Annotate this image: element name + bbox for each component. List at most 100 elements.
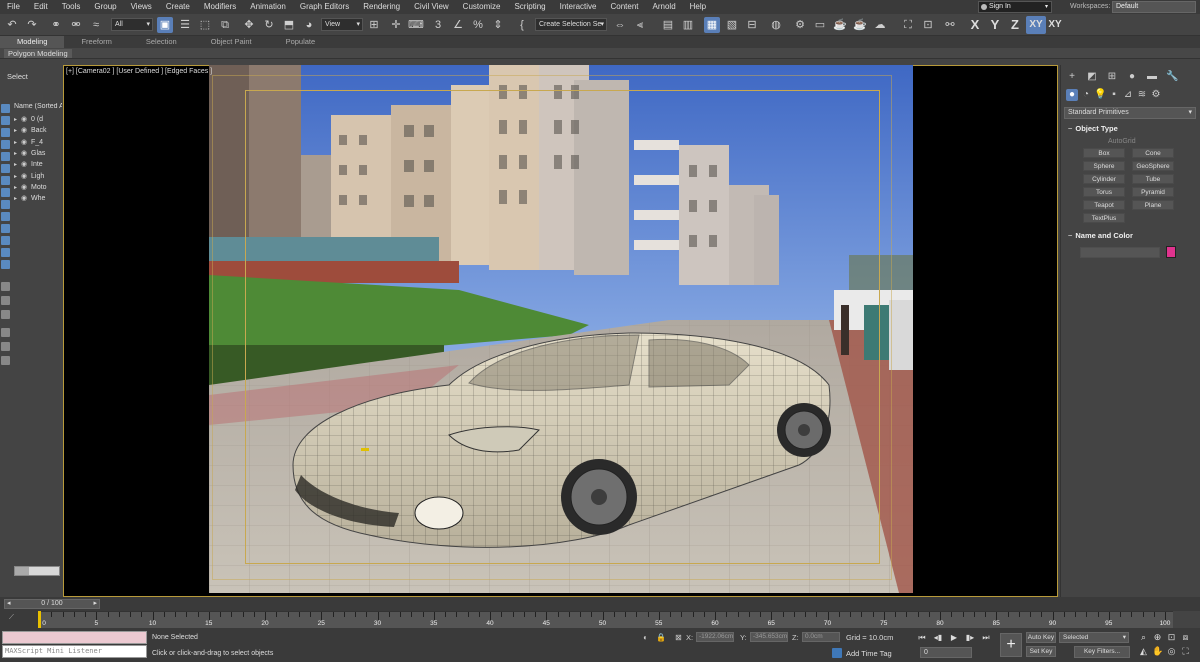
autogrid-checkbox[interactable]: AutoGrid bbox=[1108, 138, 1136, 145]
scene-object-row[interactable]: ▸ ◉ 0 (d bbox=[14, 114, 62, 125]
visibility-eye-icon[interactable]: ◉ bbox=[21, 159, 31, 170]
angle-snap-icon[interactable]: ∠ bbox=[450, 17, 466, 33]
schematic-view-icon[interactable]: ⊟ bbox=[744, 17, 760, 33]
sign-in-button[interactable]: Sign In ▾ bbox=[978, 1, 1052, 13]
curve-editor-icon[interactable]: ▧ bbox=[724, 17, 740, 33]
toggle-ribbon-icon[interactable]: ▦ bbox=[704, 17, 720, 33]
visibility-eye-icon[interactable]: ◉ bbox=[21, 137, 31, 148]
scale-icon[interactable]: ⬒ bbox=[281, 17, 297, 33]
axis-y-button[interactable]: Y bbox=[986, 16, 1004, 34]
primitive-box-button[interactable]: Box bbox=[1083, 148, 1125, 158]
expand-arrow-icon[interactable]: ▸ bbox=[14, 138, 21, 148]
menu-file[interactable]: File bbox=[0, 0, 27, 14]
expand-arrow-icon[interactable]: ▸ bbox=[14, 183, 21, 193]
ribbon-tab-object-paint[interactable]: Object Paint bbox=[194, 36, 269, 48]
snaps-toggle-icon[interactable]: 3 bbox=[430, 17, 446, 33]
menu-rendering[interactable]: Rendering bbox=[356, 0, 407, 14]
visibility-eye-icon[interactable]: ◉ bbox=[21, 114, 31, 125]
zoom-all-icon[interactable]: ⊕ bbox=[1152, 632, 1163, 643]
scene-explorer-icon[interactable]: ▤ bbox=[660, 17, 676, 33]
display-containers-icon[interactable] bbox=[1, 224, 10, 233]
orbit-icon[interactable]: ◎ bbox=[1166, 646, 1177, 657]
lights-category-icon[interactable]: 💡 bbox=[1094, 89, 1106, 101]
arnold-icon-1[interactable]: ⛶ bbox=[900, 17, 916, 33]
display-none-icon[interactable] bbox=[1, 104, 10, 113]
primitive-tube-button[interactable]: Tube bbox=[1132, 174, 1174, 184]
edit-named-sets-icon[interactable]: { bbox=[514, 17, 530, 33]
expand-arrow-icon[interactable]: ▸ bbox=[14, 149, 21, 159]
expand-arrow-icon[interactable]: ▸ bbox=[14, 172, 21, 182]
display-hidden-icon[interactable] bbox=[1, 248, 10, 257]
undo-icon[interactable]: ↶ bbox=[4, 17, 20, 33]
current-frame-input[interactable]: 0 bbox=[920, 647, 972, 658]
curve-editor-mini-icon[interactable]: ⟋ bbox=[9, 614, 14, 622]
maxscript-listener-input[interactable]: MAXScript Mini Listener bbox=[2, 645, 147, 658]
scene-object-row[interactable]: ▸ ◉ Glas bbox=[14, 148, 62, 159]
ref-coord-dropdown[interactable]: View bbox=[321, 18, 363, 31]
object-color-swatch[interactable] bbox=[1166, 246, 1176, 258]
menu-tools[interactable]: Tools bbox=[55, 0, 88, 14]
redo-icon[interactable]: ↷ bbox=[24, 17, 40, 33]
set-key-button[interactable]: Set Key bbox=[1026, 646, 1056, 657]
menu-civil-view[interactable]: Civil View bbox=[407, 0, 456, 14]
layer-explorer-icon[interactable]: ▥ bbox=[680, 17, 696, 33]
visibility-eye-icon[interactable]: ◉ bbox=[21, 193, 31, 204]
axis-x-button[interactable]: X bbox=[966, 16, 984, 34]
display-lights-icon[interactable] bbox=[1, 140, 10, 149]
z-coord-input[interactable]: 0.0cm bbox=[802, 632, 840, 642]
visibility-eye-icon[interactable]: ◉ bbox=[21, 148, 31, 159]
field-of-view-icon[interactable]: ◭ bbox=[1138, 646, 1149, 657]
systems-category-icon[interactable]: ⚙ bbox=[1150, 89, 1162, 101]
x-coord-input[interactable]: -1922.06cm bbox=[696, 632, 734, 642]
render-iterative-icon[interactable]: ☕ bbox=[852, 17, 868, 33]
display-xrefs-icon[interactable] bbox=[1, 200, 10, 209]
render-online-icon[interactable]: ☁ bbox=[872, 17, 888, 33]
link-icon[interactable]: ⚭ bbox=[48, 17, 64, 33]
maximize-viewport-icon[interactable]: ⛶ bbox=[1180, 646, 1191, 657]
menu-content[interactable]: Content bbox=[604, 0, 646, 14]
menu-scripting[interactable]: Scripting bbox=[507, 0, 552, 14]
options-icon[interactable] bbox=[1, 356, 10, 365]
current-time-marker[interactable] bbox=[38, 611, 41, 628]
move-icon[interactable]: ✥ bbox=[241, 17, 257, 33]
material-editor-icon[interactable]: ◍ bbox=[768, 17, 784, 33]
scene-object-row[interactable]: ▸ ◉ Back bbox=[14, 125, 62, 136]
object-name-input[interactable] bbox=[1080, 247, 1160, 258]
ribbon-tab-modeling[interactable]: Modeling bbox=[0, 36, 65, 48]
axis-xy-cycle-button[interactable]: XY bbox=[1046, 16, 1064, 34]
axis-xy-button[interactable]: XY bbox=[1026, 16, 1046, 34]
menu-modifiers[interactable]: Modifiers bbox=[197, 0, 243, 14]
scene-explorer-select-label[interactable]: Select bbox=[7, 72, 28, 81]
arnold-icon-3[interactable]: ⚯ bbox=[942, 17, 958, 33]
mirror-icon[interactable]: ⇔ bbox=[612, 17, 628, 33]
helpers-category-icon[interactable]: ⊿ bbox=[1122, 89, 1134, 101]
keyboard-shortcut-icon[interactable]: ⌨ bbox=[408, 17, 424, 33]
expand-arrow-icon[interactable]: ▸ bbox=[14, 194, 21, 204]
menu-views[interactable]: Views bbox=[124, 0, 159, 14]
align-icon[interactable]: ⫷ bbox=[632, 17, 648, 33]
go-to-start-icon[interactable]: ⏮ bbox=[916, 632, 928, 643]
isolate-selection-icon[interactable]: ◐ bbox=[641, 633, 650, 642]
ribbon-tab-selection[interactable]: Selection bbox=[129, 36, 194, 48]
visibility-eye-icon[interactable]: ◉ bbox=[21, 182, 31, 193]
display-geometry-icon[interactable] bbox=[1, 116, 10, 125]
display-frozen-icon[interactable] bbox=[1, 236, 10, 245]
key-mode-dropdown[interactable]: Selected bbox=[1059, 632, 1129, 643]
cameras-category-icon[interactable]: ▪ bbox=[1108, 89, 1120, 101]
track-bar[interactable]: 0 5 10 15 20 25 30 35 40 45 50 55 60 65 70 75 80 85 90 95 10… bbox=[38, 611, 1173, 628]
modify-tab-icon[interactable]: ◩ bbox=[1086, 71, 1098, 83]
utilities-tab-icon[interactable]: 🔧 bbox=[1166, 71, 1178, 83]
ribbon-tab-freeform[interactable]: Freeform bbox=[64, 36, 128, 48]
create-tab-icon[interactable]: + bbox=[1066, 71, 1078, 83]
scene-explorer-scrollbar[interactable] bbox=[14, 566, 60, 576]
scene-object-row[interactable]: ▸ ◉ F_4 bbox=[14, 137, 62, 148]
expand-arrow-icon[interactable]: ▸ bbox=[14, 160, 21, 170]
previous-frame-icon[interactable]: ◂▮ bbox=[932, 632, 944, 643]
visibility-eye-icon[interactable]: ◉ bbox=[21, 125, 31, 136]
maxscript-listener-output[interactable] bbox=[2, 631, 147, 644]
menu-edit[interactable]: Edit bbox=[27, 0, 55, 14]
zoom-extents-icon[interactable]: ⊡ bbox=[1166, 632, 1177, 643]
find-icon[interactable] bbox=[1, 342, 10, 351]
display-all-icon[interactable] bbox=[1, 260, 10, 269]
primitive-torus-button[interactable]: Torus bbox=[1083, 187, 1125, 197]
